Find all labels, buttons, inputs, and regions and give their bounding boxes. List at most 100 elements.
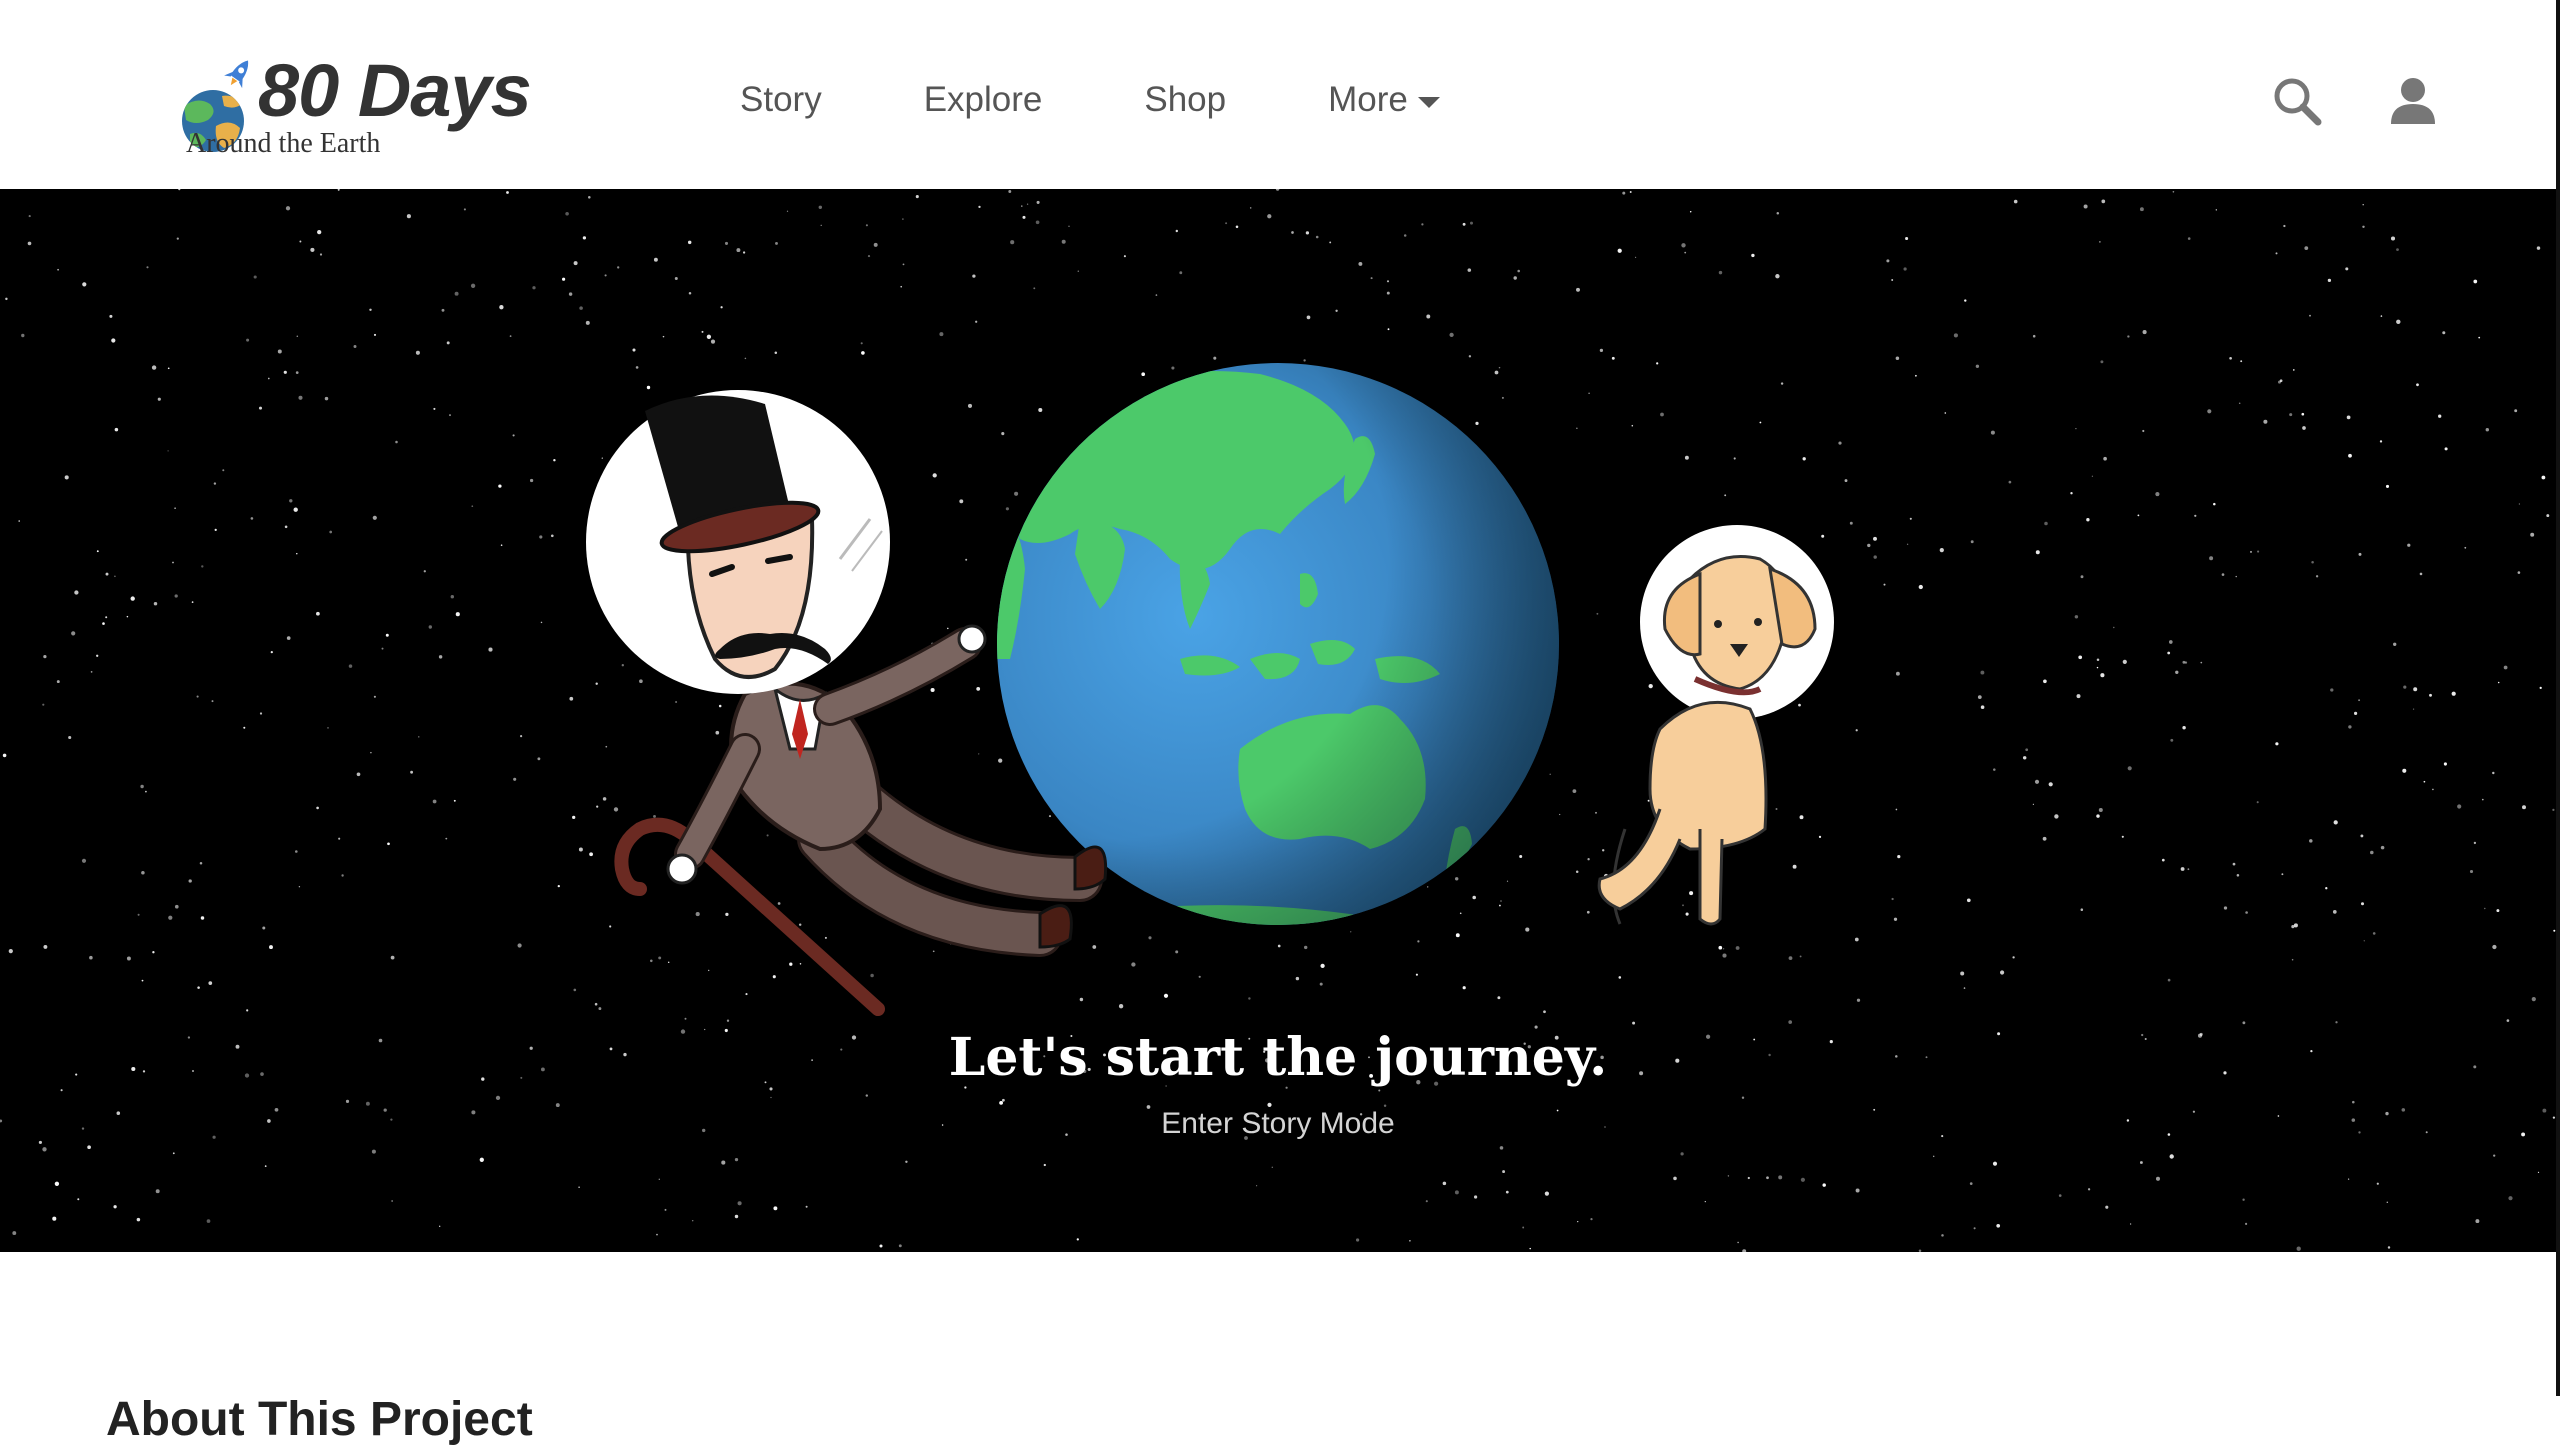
star	[2054, 814, 2059, 819]
star	[2238, 402, 2241, 404]
nav-more[interactable]: More	[1328, 80, 1440, 120]
star	[1543, 1010, 1546, 1014]
star	[2379, 440, 2383, 443]
star	[2352, 1100, 2355, 1104]
star	[569, 696, 574, 701]
star	[2325, 887, 2328, 890]
star	[865, 1094, 868, 1097]
star	[947, 627, 949, 630]
star	[2012, 956, 2015, 959]
star	[18, 520, 20, 522]
star	[1022, 215, 1026, 219]
star	[1454, 877, 1459, 881]
star	[2103, 456, 2107, 461]
star	[550, 534, 554, 538]
star	[1802, 457, 1806, 461]
star	[2180, 867, 2185, 871]
star	[2275, 252, 2278, 255]
star	[1442, 1181, 1447, 1186]
star	[2335, 1021, 2338, 1024]
star	[2396, 248, 2399, 251]
star	[2240, 360, 2243, 363]
enter-story-mode-link[interactable]: Enter Story Mode	[0, 1107, 2556, 1141]
star	[146, 266, 149, 269]
star	[1977, 695, 1982, 699]
star	[2539, 686, 2542, 690]
star	[1462, 986, 1466, 990]
star	[601, 457, 603, 459]
star	[1737, 1241, 1739, 1244]
star	[1766, 1176, 1769, 1180]
star	[1966, 898, 1971, 903]
star	[1689, 211, 1692, 213]
star	[152, 951, 155, 954]
star	[774, 351, 778, 355]
star	[1256, 1185, 1258, 1187]
nav-shop[interactable]: Shop	[1144, 80, 1226, 120]
star	[1267, 214, 1272, 219]
logo-title: 80 Days	[258, 49, 532, 132]
star	[126, 615, 129, 618]
star	[410, 770, 414, 774]
star	[1517, 269, 1520, 273]
star	[998, 758, 1003, 763]
star	[246, 1009, 249, 1012]
star	[200, 916, 205, 920]
star	[1522, 1226, 1525, 1229]
star	[572, 815, 576, 820]
star	[1656, 362, 1659, 365]
search-icon[interactable]	[2272, 76, 2322, 126]
star	[2101, 199, 2106, 204]
star	[2438, 414, 2442, 418]
star	[2139, 1161, 2143, 1164]
star	[520, 735, 523, 738]
star	[1599, 348, 1604, 353]
star	[2161, 858, 2165, 862]
star	[742, 251, 746, 254]
star	[1306, 315, 1311, 320]
star	[1684, 251, 1687, 254]
hero-title[interactable]: Let's start the journey.	[0, 1027, 2556, 1088]
star	[718, 704, 722, 708]
star	[406, 214, 411, 219]
star	[2403, 685, 2407, 689]
star	[2358, 552, 2362, 556]
star	[191, 601, 194, 603]
star	[1271, 1166, 1274, 1169]
star	[286, 636, 291, 640]
logo[interactable]: 80 Days Around the Earth	[178, 26, 532, 166]
star	[513, 777, 517, 781]
star	[2478, 336, 2481, 339]
star	[52, 1216, 57, 1221]
star	[737, 1201, 742, 1206]
star	[2022, 756, 2027, 760]
user-icon[interactable]	[2388, 76, 2438, 126]
star	[1454, 1190, 1459, 1195]
star	[188, 879, 192, 883]
star	[1918, 1249, 1922, 1252]
nav-explore[interactable]: Explore	[924, 80, 1043, 120]
star	[653, 814, 656, 818]
star	[820, 224, 822, 226]
star	[1005, 507, 1009, 511]
star	[109, 314, 113, 318]
star	[2236, 874, 2240, 877]
star	[726, 1019, 730, 1022]
star	[664, 1208, 667, 1211]
star	[589, 852, 593, 857]
star	[1576, 287, 1580, 292]
star	[2275, 742, 2279, 746]
star	[1131, 962, 1136, 967]
star	[2091, 475, 2094, 477]
star	[294, 850, 298, 853]
star	[2360, 834, 2364, 838]
star	[617, 266, 620, 269]
star	[348, 664, 353, 668]
star	[2346, 415, 2351, 420]
star	[387, 842, 390, 846]
nav-story[interactable]: Story	[740, 80, 822, 120]
star	[2070, 492, 2073, 495]
star	[126, 956, 131, 961]
star	[310, 247, 315, 252]
star	[1470, 221, 1473, 225]
